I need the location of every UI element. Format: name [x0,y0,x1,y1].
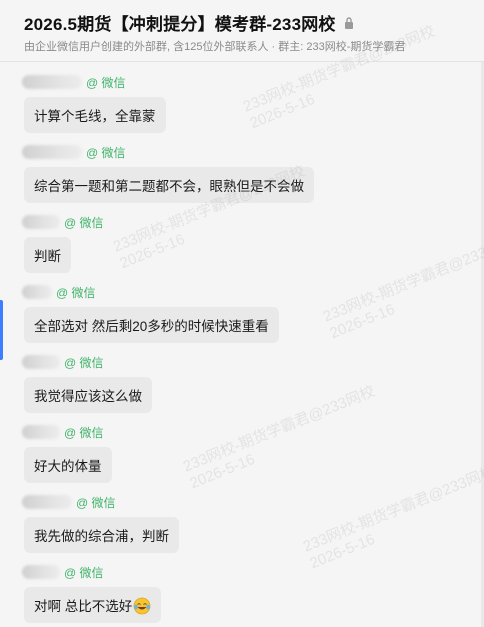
group-subtitle: 由企业微信用户创建的外部群, 含125位外部联系人 · 群主: 233网校-期货… [24,41,406,53]
message-item: @ 微信 对啊 总比不选好 [22,563,162,623]
sender-row: @ 微信 [22,143,314,161]
wechat-label: @ 微信 [64,425,104,440]
wechat-label: @ 微信 [86,145,126,160]
wechat-label: @ 微信 [86,75,126,90]
message-bubble[interactable]: 判断 [24,237,71,273]
message-bubble[interactable]: 对啊 总比不选好 [24,587,162,623]
sender-row: @ 微信 [22,563,161,581]
chat-header: 2026.5期货【冲刺提分】模考群-233网校 由企业微信用户创建的外部群, 含… [0,0,484,62]
message-item: @ 微信 计算个毛线，全靠蒙 [22,73,166,133]
title-row: 2026.5期货【冲刺提分】模考群-233网校 [24,10,354,35]
group-title[interactable]: 2026.5期货【冲刺提分】模考群-233网校 [24,10,336,35]
sender-row: @ 微信 [22,423,112,441]
message-bubble[interactable]: 我先做的综合浦，判断 [24,517,179,553]
sender-name-redacted[interactable] [22,425,60,439]
sender-row: @ 微信 [22,73,166,91]
lock-icon [344,16,353,29]
message-item: @ 微信 判断 [22,213,104,273]
wechat-label: @ 微信 [76,495,116,510]
sender-name-redacted[interactable] [22,355,60,369]
message-bubble[interactable]: 好大的体量 [24,447,112,483]
sender-name-redacted[interactable] [22,75,82,89]
laughing-tears-emoji-icon [133,597,151,615]
message-item: @ 微信 我先做的综合浦，判断 [22,493,179,553]
sender-row: @ 微信 [22,493,179,511]
sender-name-redacted[interactable] [22,495,72,509]
message-list: @ 微信 计算个毛线，全靠蒙 @ 微信 综合第一题和第二题都不会，眼熟但是不会做… [0,63,484,627]
message-item: @ 微信 我觉得应该这么做 [22,353,152,413]
message-item: @ 微信 好大的体量 [22,423,112,483]
wechat-label: @ 微信 [64,565,104,580]
sender-name-redacted[interactable] [22,565,60,579]
sender-name-redacted[interactable] [22,215,60,229]
sender-row: @ 微信 [22,283,279,301]
message-item: @ 微信 全部选对 然后剩20多秒的时候快速重看 [22,283,279,343]
message-bubble[interactable]: 我觉得应该这么做 [24,377,152,413]
sender-name-redacted[interactable] [22,145,82,159]
wechat-label: @ 微信 [64,355,104,370]
sender-row: @ 微信 [22,213,104,231]
sender-row: @ 微信 [22,353,152,371]
sender-name-redacted[interactable] [22,285,52,299]
message-item: @ 微信 综合第一题和第二题都不会，眼熟但是不会做 [22,143,314,203]
wechat-label: @ 微信 [64,215,104,230]
wechat-label: @ 微信 [56,285,96,300]
message-bubble[interactable]: 综合第一题和第二题都不会，眼熟但是不会做 [24,167,314,203]
message-bubble[interactable]: 计算个毛线，全靠蒙 [24,97,166,133]
message-text: 对啊 总比不选好 [34,599,133,614]
message-bubble[interactable]: 全部选对 然后剩20多秒的时候快速重看 [24,307,279,343]
